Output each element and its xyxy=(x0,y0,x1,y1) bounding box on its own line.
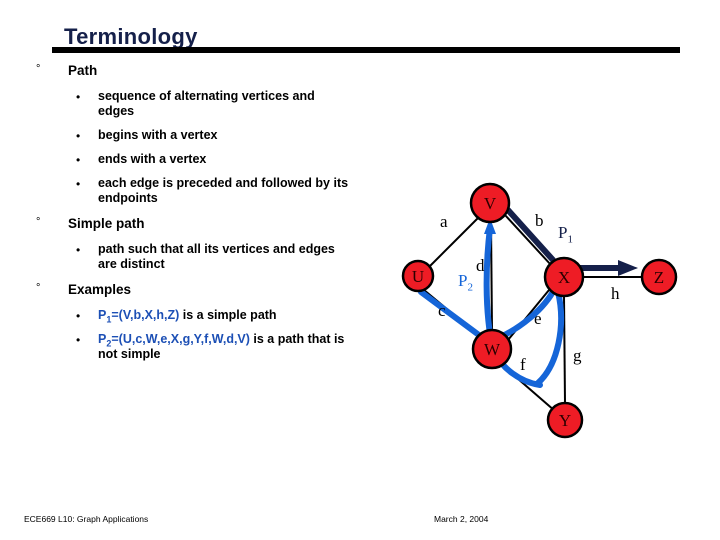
footer-date-label: March 2, 2004 xyxy=(434,514,489,524)
edge-label-d: d xyxy=(476,256,485,275)
outline-item-path: ° Path xyxy=(0,62,420,80)
outline-item-label: Path xyxy=(68,63,98,78)
edge-label-a: a xyxy=(440,212,448,231)
outline-subitem: • ends with a vertex xyxy=(0,152,420,167)
bullet-dot-icon: • xyxy=(76,153,81,167)
title-underline-rule xyxy=(52,47,680,53)
outline-item-label: Examples xyxy=(68,282,132,297)
edge-b-line xyxy=(504,214,552,266)
formula-p1: P1=(V,b,X,h,Z) xyxy=(98,308,180,324)
outline-subitem-label: path such that all its vertices and edge… xyxy=(98,242,335,271)
bullet-dot-icon: • xyxy=(76,243,81,257)
node-Y-label: Y xyxy=(559,411,571,430)
bullet-circle-icon: ° xyxy=(36,63,41,75)
path-p1-arrowhead xyxy=(618,260,638,276)
outline-subitem-label: begins with a vertex xyxy=(98,128,218,142)
bullet-circle-icon: ° xyxy=(36,282,41,294)
bullet-circle-icon: ° xyxy=(36,216,41,228)
outline-subitem: • path such that all its vertices and ed… xyxy=(0,242,420,272)
outline-item-examples: ° Examples xyxy=(0,281,420,299)
outline-subitem: • sequence of alternating vertices and e… xyxy=(0,89,420,119)
graph-diagram: V U X Z W Y a b c d e f g h P1 P2 xyxy=(390,180,720,450)
path-label-p2: P2 xyxy=(458,272,473,293)
outline-body: ° Path • sequence of alternating vertice… xyxy=(0,62,420,371)
outline-subitem-label: P2=(U,c,W,e,X,g,Y,f,W,d,V) is a path tha… xyxy=(98,332,350,362)
outline-subitem-label: P1=(V,b,X,h,Z) is a simple path xyxy=(98,308,350,324)
edge-label-g: g xyxy=(573,346,582,365)
formula-p1-rest: =(V,b,X,h,Z) xyxy=(111,308,180,322)
path-p1-seg-b xyxy=(505,207,556,263)
outline-item-simple-path: ° Simple path xyxy=(0,215,420,233)
outline-subitem-label: sequence of alternating vertices and edg… xyxy=(98,89,315,118)
formula-p1-tail: is a simple path xyxy=(179,308,277,322)
edge-label-h: h xyxy=(611,284,620,303)
formula-p2: P2=(U,c,W,e,X,g,Y,f,W,d,V) xyxy=(98,332,250,348)
edge-a-line xyxy=(429,215,481,267)
outline-subitem: • each edge is preceded and followed by … xyxy=(0,176,420,206)
outline-subitem-example-p1: • P1=(V,b,X,h,Z) is a simple path xyxy=(0,308,420,324)
slide-canvas: Terminology ° Path • sequence of alterna… xyxy=(0,0,720,540)
edge-label-c: c xyxy=(438,301,446,320)
bullet-dot-icon: • xyxy=(76,90,81,104)
node-V-label: V xyxy=(484,194,497,213)
outline-subitem-example-p2: • P2=(U,c,W,e,X,g,Y,f,W,d,V) is a path t… xyxy=(0,332,420,362)
edge-label-e: e xyxy=(534,309,542,328)
bullet-dot-icon: • xyxy=(76,129,81,143)
bullet-dot-icon: • xyxy=(76,309,81,323)
bullet-dot-icon: • xyxy=(76,177,81,191)
outline-subitem-label: each edge is preceded and followed by it… xyxy=(98,176,349,205)
formula-p2-rest: =(U,c,W,e,X,g,Y,f,W,d,V) xyxy=(111,332,250,346)
path-label-p1-subscript: 1 xyxy=(567,233,573,246)
edge-g-line xyxy=(563,295,566,404)
path-p2-seg-c xyxy=(418,289,490,344)
path-label-p1: P1 xyxy=(558,224,573,245)
outline-subitem: • begins with a vertex xyxy=(0,128,420,143)
node-X-label: X xyxy=(558,268,570,287)
outline-subitem-label: ends with a vertex xyxy=(98,152,207,166)
node-W-label: W xyxy=(484,340,501,359)
footer-course-label: ECE669 L10: Graph Applications xyxy=(24,514,149,524)
outline-item-label: Simple path xyxy=(68,216,145,231)
node-U-label: U xyxy=(412,267,424,286)
path-label-p2-subscript: 2 xyxy=(467,281,473,294)
edge-label-b: b xyxy=(535,211,544,230)
node-Z-label: Z xyxy=(654,268,664,287)
edge-label-f: f xyxy=(520,355,526,374)
bullet-dot-icon: • xyxy=(76,333,81,347)
